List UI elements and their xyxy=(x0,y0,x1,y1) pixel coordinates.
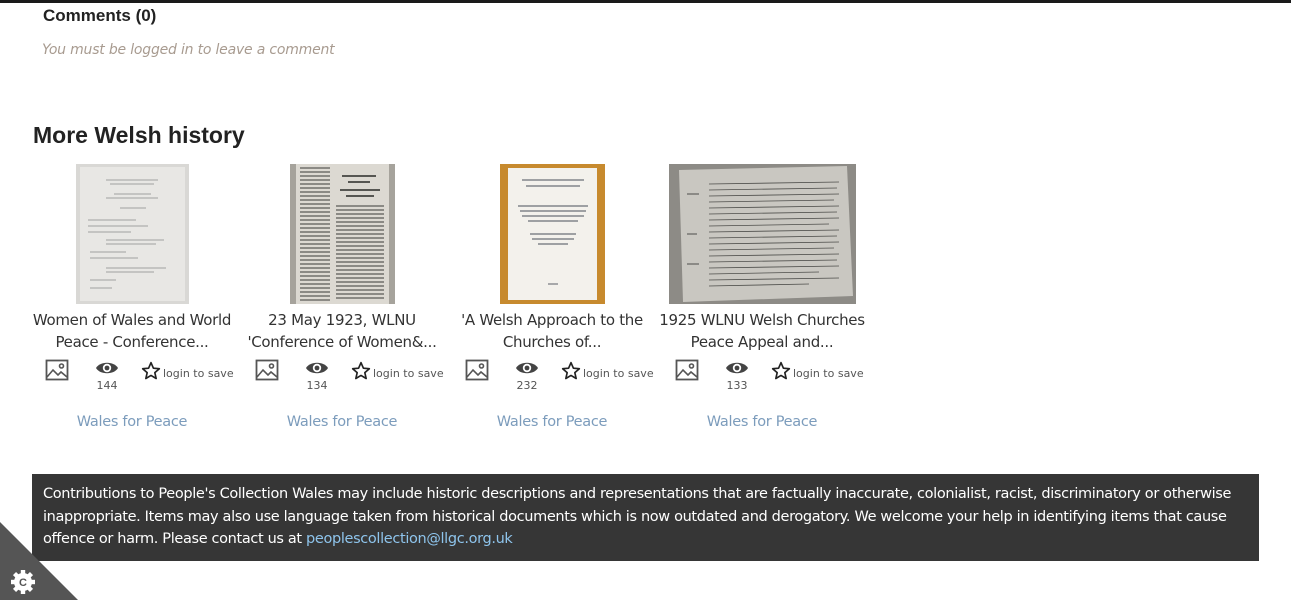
disclaimer-text: Contributions to People's Collection Wal… xyxy=(43,486,1232,547)
image-icon xyxy=(255,359,279,381)
star-outline-icon xyxy=(141,361,161,380)
save-label: login to save xyxy=(793,367,864,380)
view-count: 134 xyxy=(306,379,328,392)
contact-email-link[interactable]: peoplescollection@llgc.org.uk xyxy=(306,531,513,547)
login-to-save-link[interactable]: login to save xyxy=(561,359,654,381)
item-thumbnail[interactable] xyxy=(500,164,605,304)
svg-text:C: C xyxy=(19,577,27,589)
item-title-line1: 23 May 1923, WLNU xyxy=(268,311,416,329)
view-count: 232 xyxy=(516,379,538,392)
star-outline-icon xyxy=(561,361,581,380)
view-count: 133 xyxy=(726,379,748,392)
cookie-settings-button[interactable]: C xyxy=(0,522,78,600)
item-title-line2: 'Conference of Women&... xyxy=(247,333,437,351)
star-outline-icon xyxy=(351,361,371,380)
image-icon xyxy=(45,359,69,381)
item-meta: 133 login to save xyxy=(657,359,867,399)
view-count: 144 xyxy=(96,379,118,392)
item-title-line2: Churches of... xyxy=(502,333,602,351)
item-meta: 144 login to save xyxy=(27,359,237,399)
item-thumbnail[interactable] xyxy=(76,164,189,304)
collection-link[interactable]: Wales for Peace xyxy=(447,414,657,430)
collection-link[interactable]: Wales for Peace xyxy=(237,414,447,430)
item-title[interactable]: 'A Welsh Approach to the Churches of... xyxy=(447,309,657,353)
item-card: 23 May 1923, WLNU 'Conference of Women&.… xyxy=(237,164,447,444)
eye-icon xyxy=(305,359,329,377)
eye-icon xyxy=(515,359,539,377)
star-outline-icon xyxy=(771,361,791,380)
section-heading: More Welsh history xyxy=(33,122,245,148)
item-title[interactable]: 1925 WLNU Welsh Churches Peace Appeal an… xyxy=(657,309,867,353)
save-label: login to save xyxy=(373,367,444,380)
login-to-save-link[interactable]: login to save xyxy=(771,359,864,381)
item-thumbnail[interactable] xyxy=(290,164,395,304)
collection-link[interactable]: Wales for Peace xyxy=(657,414,867,430)
top-border xyxy=(0,0,1291,3)
item-card: 'A Welsh Approach to the Churches of... … xyxy=(447,164,657,444)
save-label: login to save xyxy=(163,367,234,380)
cookie-settings-gear-icon: C xyxy=(11,570,35,594)
login-to-save-link[interactable]: login to save xyxy=(141,359,234,381)
item-title[interactable]: Women of Wales and World Peace - Confere… xyxy=(27,309,237,353)
item-meta: 232 login to save xyxy=(447,359,657,399)
comments-heading: Comments (0) xyxy=(43,6,157,25)
item-title-line1: 1925 WLNU Welsh Churches xyxy=(659,311,865,329)
item-title[interactable]: 23 May 1923, WLNU 'Conference of Women&.… xyxy=(237,309,447,353)
eye-icon xyxy=(95,359,119,377)
item-card: 1925 WLNU Welsh Churches Peace Appeal an… xyxy=(657,164,867,444)
item-card: Women of Wales and World Peace - Confere… xyxy=(27,164,237,444)
item-title-line1: Women of Wales and World xyxy=(32,311,232,329)
login-to-save-link[interactable]: login to save xyxy=(351,359,444,381)
collection-link[interactable]: Wales for Peace xyxy=(27,414,237,430)
item-meta: 134 login to save xyxy=(237,359,447,399)
comments-login-note: You must be logged in to leave a comment xyxy=(42,42,335,58)
content-disclaimer-banner: Contributions to People's Collection Wal… xyxy=(32,474,1259,561)
save-label: login to save xyxy=(583,367,654,380)
eye-icon xyxy=(725,359,749,377)
image-icon xyxy=(675,359,699,381)
image-icon xyxy=(465,359,489,381)
item-title-line2: Peace - Conference... xyxy=(55,333,209,351)
item-title-line2: Peace Appeal and... xyxy=(690,333,834,351)
item-title-line1: 'A Welsh Approach to the xyxy=(461,311,643,329)
item-thumbnail[interactable] xyxy=(669,164,856,304)
